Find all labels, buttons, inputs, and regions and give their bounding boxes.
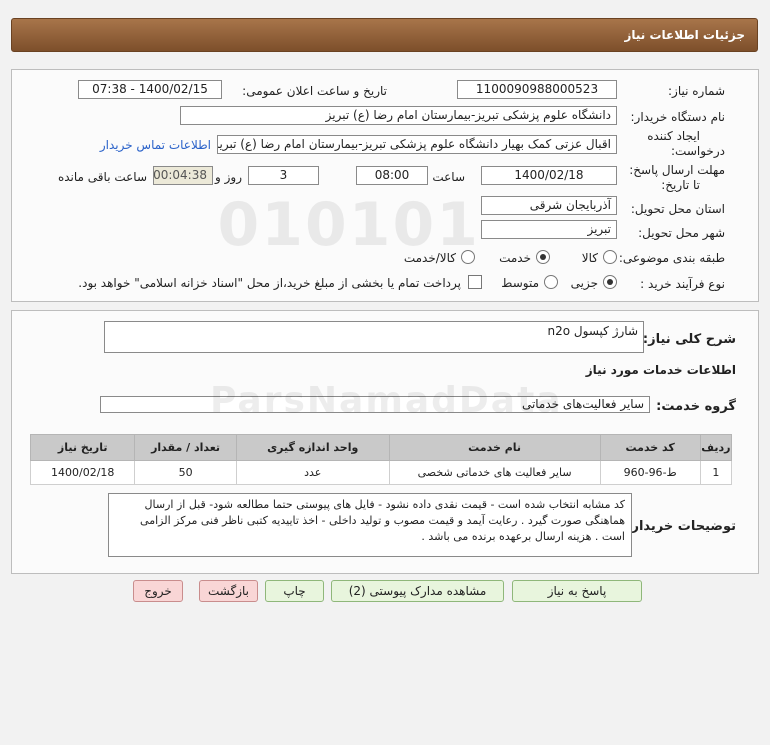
process-option-minor: جزیی bbox=[570, 276, 598, 290]
category-radio-goods-service[interactable] bbox=[461, 250, 475, 264]
cell-service-name: سایر فعالیت های خدماتی شخصی bbox=[388, 460, 601, 485]
buyer-notes-field: کد مشابه انتخاب شده است - قیمت نقدی داده… bbox=[108, 493, 632, 557]
need-summary-panel: شرح کلی نیاز: شارژ کپسول n2o اطلاعات خدم… bbox=[11, 310, 759, 574]
page-title: جزئیات اطلاعات نیاز bbox=[624, 28, 745, 42]
cell-unit: عدد bbox=[235, 460, 390, 485]
category-option-goods: کالا bbox=[581, 251, 598, 265]
cell-quantity: 50 bbox=[134, 460, 237, 485]
category-radio-goods[interactable] bbox=[603, 250, 617, 264]
deadline-date-field: 1400/02/18 bbox=[481, 166, 617, 185]
process-label: نوع فرآیند خرید : bbox=[640, 277, 725, 291]
announce-datetime-field: 1400/02/15 - 07:38 bbox=[78, 80, 222, 99]
remaining-time-label: ساعت باقی مانده bbox=[57, 170, 147, 184]
services-section-title: اطلاعات خدمات مورد نیاز bbox=[585, 363, 736, 377]
creator-label-line1: ایجاد کننده bbox=[647, 129, 700, 143]
buyer-notes-label: توضیحات خریدار: bbox=[626, 519, 736, 534]
table-row: 1 ط-96-960 سایر فعالیت های خدماتی شخصی ع… bbox=[29, 460, 733, 485]
need-details-panel: شماره نیاز: 1100090988000523 تاریخ و ساع… bbox=[11, 69, 759, 302]
creator-label-line2: درخواست: bbox=[671, 144, 725, 158]
days-remaining-field: 3 bbox=[248, 166, 319, 185]
reply-button[interactable]: پاسخ به نیاز bbox=[512, 580, 642, 602]
cell-need-date: 1400/02/18 bbox=[29, 460, 136, 485]
service-group-field: سایر فعالیت‌های خدماتی bbox=[100, 396, 650, 413]
creator-field: اقبال عزتی کمک بهیار دانشگاه علوم پزشکی … bbox=[217, 135, 617, 154]
need-number-label: شماره نیاز: bbox=[668, 84, 725, 98]
col-service-code: کد خدمت bbox=[599, 434, 701, 461]
cell-service-code: ط-96-960 bbox=[599, 460, 701, 485]
city-label: شهر محل تحویل: bbox=[638, 226, 725, 240]
col-quantity: تعداد / مقدار bbox=[134, 434, 237, 461]
deadline-label-line1: مهلت ارسال پاسخ: bbox=[629, 163, 725, 177]
process-radio-minor[interactable] bbox=[603, 275, 617, 289]
category-radio-service[interactable] bbox=[536, 250, 550, 264]
announce-label: تاریخ و ساعت اعلان عمومی: bbox=[242, 84, 387, 98]
print-button[interactable]: چاپ bbox=[265, 580, 324, 602]
buyer-org-field: دانشگاه علوم پزشکی تبریز-بیمارستان امام … bbox=[180, 106, 617, 125]
deadline-time-label: ساعت bbox=[432, 170, 465, 184]
remaining-time-field: 00:04:38 bbox=[153, 166, 213, 185]
process-radio-medium[interactable] bbox=[544, 275, 558, 289]
need-number-field: 1100090988000523 bbox=[457, 80, 617, 99]
buyer-org-label: نام دستگاه خریدار: bbox=[630, 110, 726, 124]
province-label: استان محل تحویل: bbox=[630, 202, 725, 216]
treasury-payment-checkbox[interactable] bbox=[468, 275, 482, 289]
days-label: روز و bbox=[215, 170, 242, 184]
deadline-label-line2: تا تاریخ: bbox=[661, 178, 700, 192]
col-service-name: نام خدمت bbox=[388, 434, 601, 461]
deadline-time-field: 08:00 bbox=[356, 166, 428, 185]
col-need-date: تاریخ نیاز bbox=[29, 434, 136, 461]
service-group-label: گروه خدمت: bbox=[656, 399, 736, 414]
city-field: تبریز bbox=[481, 220, 617, 239]
province-field: آذربایجان شرقی bbox=[481, 196, 617, 215]
cell-row: 1 bbox=[699, 460, 733, 485]
services-table-header: ردیف کد خدمت نام خدمت واحد اندازه گیری ت… bbox=[29, 434, 733, 461]
page-title-bar: جزئیات اطلاعات نیاز bbox=[11, 18, 758, 52]
summary-label: شرح کلی نیاز: bbox=[642, 332, 736, 347]
process-option-medium: متوسط bbox=[501, 276, 539, 290]
attachments-button[interactable]: مشاهده مدارک پیوستی (2) bbox=[331, 580, 504, 602]
category-option-service: خدمت bbox=[499, 251, 531, 265]
summary-field: شارژ کپسول n2o bbox=[104, 321, 644, 353]
buyer-contact-link[interactable]: اطلاعات تماس خریدار bbox=[100, 138, 211, 152]
category-option-goods-service: کالا/خدمت bbox=[403, 251, 456, 265]
services-table: ردیف کد خدمت نام خدمت واحد اندازه گیری ت… bbox=[29, 434, 733, 485]
exit-button[interactable]: خروج bbox=[133, 580, 183, 602]
treasury-payment-note: پرداخت تمام یا بخشی از مبلغ خرید،از محل … bbox=[78, 276, 461, 290]
category-label: طبقه بندی موضوعی: bbox=[618, 251, 725, 265]
col-unit: واحد اندازه گیری bbox=[235, 434, 390, 461]
col-row: ردیف bbox=[699, 434, 733, 461]
back-button[interactable]: بازگشت bbox=[199, 580, 258, 602]
